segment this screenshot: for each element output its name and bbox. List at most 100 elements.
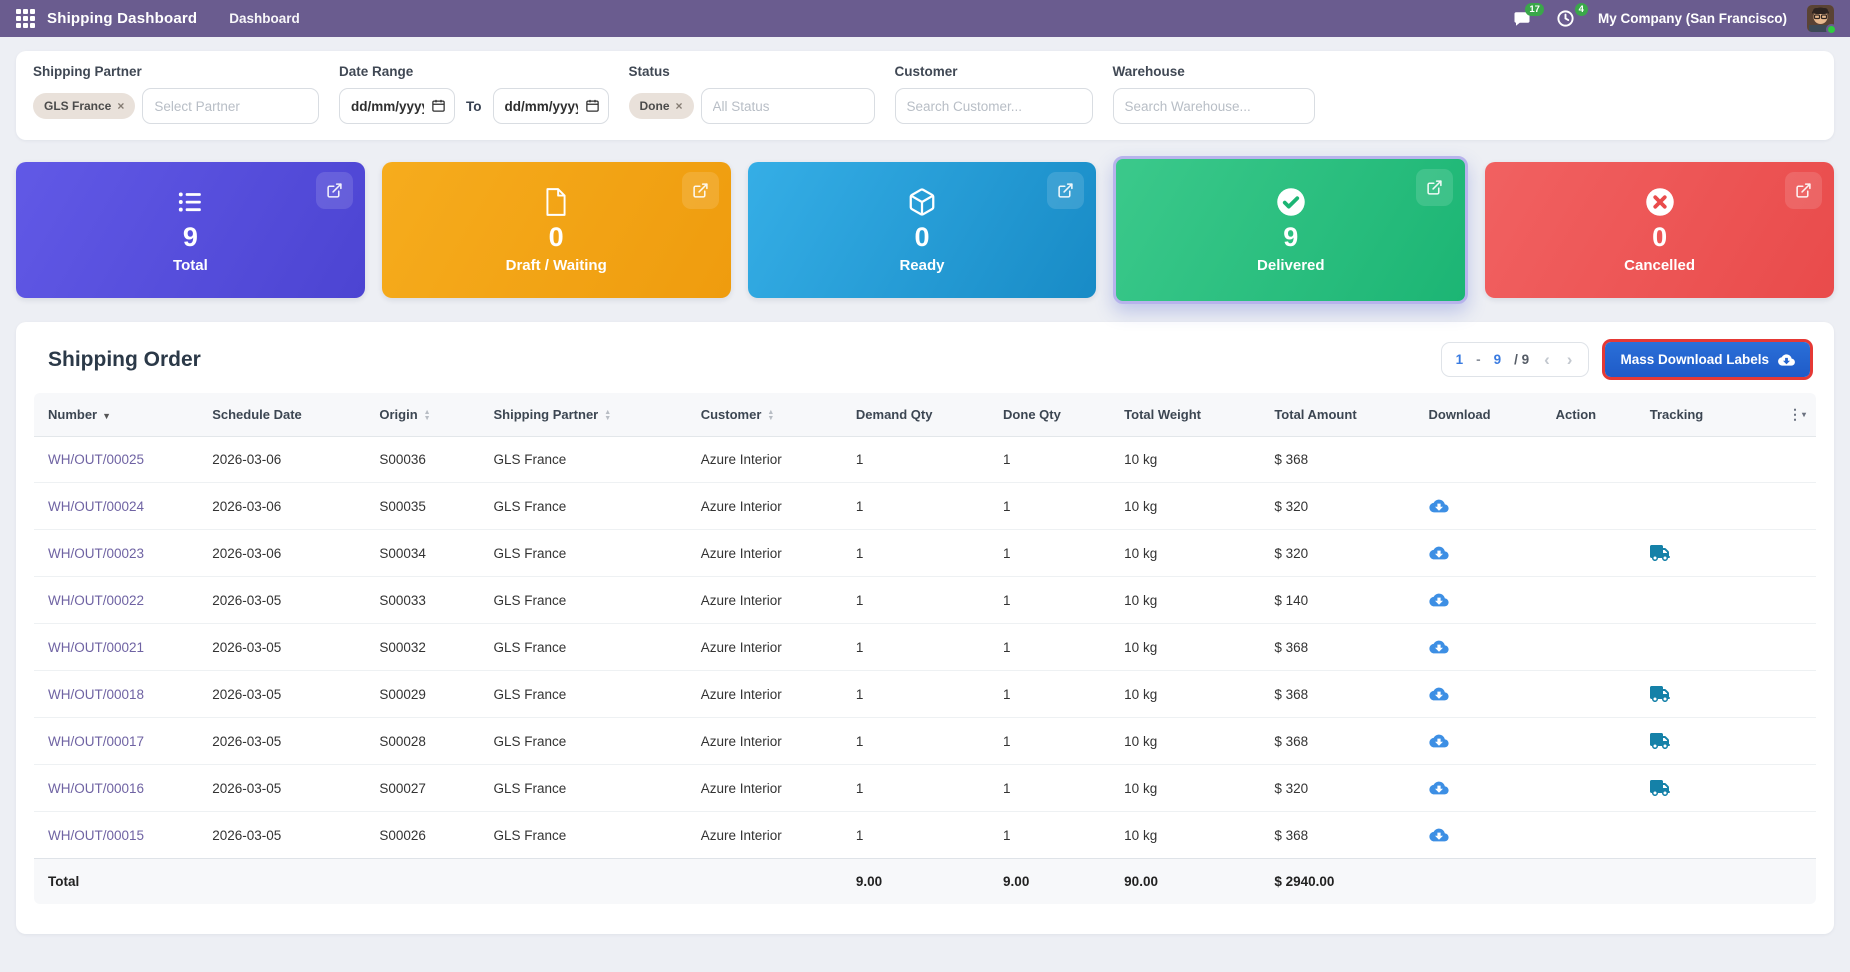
order-number-link[interactable]: WH/OUT/00018 bbox=[34, 671, 202, 718]
activities-button[interactable]: 4 bbox=[1554, 8, 1578, 30]
company-menu[interactable]: My Company (San Francisco) bbox=[1598, 11, 1787, 26]
cell-tracking[interactable] bbox=[1640, 530, 1776, 577]
page-start[interactable]: 1 bbox=[1456, 352, 1464, 367]
order-number-link[interactable]: WH/OUT/00022 bbox=[34, 577, 202, 624]
chip-remove-icon[interactable]: × bbox=[676, 99, 683, 113]
external-link-icon[interactable] bbox=[1416, 169, 1453, 206]
stat-card-total[interactable]: 9 Total bbox=[16, 162, 365, 298]
col-download: Download bbox=[1419, 393, 1546, 437]
col-demand-qty[interactable]: Demand Qty bbox=[846, 393, 993, 437]
truck-icon[interactable] bbox=[1650, 780, 1670, 796]
col-total-weight[interactable]: Total Weight bbox=[1114, 393, 1264, 437]
cell-download[interactable] bbox=[1419, 530, 1546, 577]
cell-origin: S00034 bbox=[369, 530, 483, 577]
cloud-download-icon[interactable] bbox=[1429, 686, 1449, 702]
package-icon bbox=[907, 186, 937, 218]
cell-total-amount: $ 368 bbox=[1264, 437, 1418, 483]
cell-shipping-partner: GLS France bbox=[484, 437, 691, 483]
user-menu[interactable] bbox=[1807, 5, 1834, 32]
order-number-link[interactable]: WH/OUT/00025 bbox=[34, 437, 202, 483]
cloud-download-icon[interactable] bbox=[1429, 545, 1449, 561]
truck-icon[interactable] bbox=[1650, 545, 1670, 561]
external-link-icon[interactable] bbox=[316, 172, 353, 209]
col-origin[interactable]: Origin▲▼ bbox=[369, 393, 483, 437]
cell-tracking[interactable] bbox=[1640, 765, 1776, 812]
pagination: 1 - 9 / 9 ‹ › bbox=[1441, 342, 1590, 377]
stat-label: Delivered bbox=[1257, 257, 1325, 274]
stat-card-delivered[interactable]: 9 Delivered bbox=[1113, 156, 1468, 304]
order-number-link[interactable]: WH/OUT/00015 bbox=[34, 812, 202, 859]
table-row: WH/OUT/000242026-03-06S00035GLS FranceAz… bbox=[34, 483, 1816, 530]
order-number-link[interactable]: WH/OUT/00024 bbox=[34, 483, 202, 530]
cell-download[interactable] bbox=[1419, 577, 1546, 624]
stat-card-ready[interactable]: 0 Ready bbox=[748, 162, 1097, 298]
chevron-left-icon[interactable]: ‹ bbox=[1542, 351, 1552, 368]
external-link-icon[interactable] bbox=[682, 172, 719, 209]
col-total-amount[interactable]: Total Amount bbox=[1264, 393, 1418, 437]
cell-demand-qty: 1 bbox=[846, 437, 993, 483]
cell-download[interactable] bbox=[1419, 718, 1546, 765]
cloud-download-icon[interactable] bbox=[1429, 498, 1449, 514]
order-number-link[interactable]: WH/OUT/00017 bbox=[34, 718, 202, 765]
date-to-input[interactable] bbox=[493, 88, 609, 124]
sort-icon: ▲▼ bbox=[424, 410, 431, 421]
customer-input[interactable] bbox=[895, 88, 1093, 124]
external-link-icon[interactable] bbox=[1785, 172, 1822, 209]
shipping-partner-chip[interactable]: GLS France × bbox=[33, 93, 135, 119]
filter-shipping-partner: Shipping Partner GLS France × bbox=[33, 64, 319, 124]
messages-button[interactable]: 17 bbox=[1510, 8, 1534, 30]
cell-total-weight: 10 kg bbox=[1114, 718, 1264, 765]
cell-tracking bbox=[1640, 577, 1776, 624]
cloud-download-icon[interactable] bbox=[1429, 639, 1449, 655]
col-shipping-partner[interactable]: Shipping Partner▲▼ bbox=[484, 393, 691, 437]
nav-menu-dashboard[interactable]: Dashboard bbox=[223, 2, 306, 35]
orders-table: Number▼ Schedule Date Origin▲▼ Shipping … bbox=[34, 393, 1816, 904]
truck-icon[interactable] bbox=[1650, 733, 1670, 749]
stat-value: 9 bbox=[183, 223, 198, 253]
cell-shipping-partner: GLS France bbox=[484, 765, 691, 812]
cell-download[interactable] bbox=[1419, 624, 1546, 671]
cell-download[interactable] bbox=[1419, 483, 1546, 530]
cloud-download-icon[interactable] bbox=[1429, 733, 1449, 749]
mass-download-labels-button[interactable]: Mass Download Labels bbox=[1605, 342, 1810, 377]
date-from-input[interactable] bbox=[339, 88, 455, 124]
cloud-download-icon[interactable] bbox=[1429, 780, 1449, 796]
cell-tracking[interactable] bbox=[1640, 718, 1776, 765]
shipping-partner-input[interactable] bbox=[142, 88, 319, 124]
cell-schedule-date: 2026-03-05 bbox=[202, 812, 369, 859]
stat-card-draft-waiting[interactable]: 0 Draft / Waiting bbox=[382, 162, 731, 298]
chevron-right-icon[interactable]: › bbox=[1565, 351, 1575, 368]
chip-remove-icon[interactable]: × bbox=[117, 99, 124, 113]
cell-customer: Azure Interior bbox=[691, 624, 846, 671]
truck-icon[interactable] bbox=[1650, 686, 1670, 702]
external-link-icon[interactable] bbox=[1047, 172, 1084, 209]
kebab-menu-icon[interactable]: ⋮▾ bbox=[1776, 393, 1816, 437]
col-customer[interactable]: Customer▲▼ bbox=[691, 393, 846, 437]
x-circle-icon bbox=[1645, 186, 1675, 218]
cell-download[interactable] bbox=[1419, 812, 1546, 859]
col-number[interactable]: Number▼ bbox=[34, 393, 202, 437]
cloud-download-icon[interactable] bbox=[1429, 827, 1449, 843]
cell-action bbox=[1546, 530, 1640, 577]
cell-done-qty: 1 bbox=[993, 577, 1114, 624]
col-done-qty[interactable]: Done Qty bbox=[993, 393, 1114, 437]
cell-done-qty: 1 bbox=[993, 624, 1114, 671]
cell-done-qty: 1 bbox=[993, 437, 1114, 483]
order-number-link[interactable]: WH/OUT/00016 bbox=[34, 765, 202, 812]
col-schedule-date[interactable]: Schedule Date bbox=[202, 393, 369, 437]
cloud-download-icon[interactable] bbox=[1429, 592, 1449, 608]
stat-card-cancelled[interactable]: 0 Cancelled bbox=[1485, 162, 1834, 298]
apps-grid-icon[interactable] bbox=[16, 9, 35, 28]
order-number-link[interactable]: WH/OUT/00023 bbox=[34, 530, 202, 577]
cell-tracking[interactable] bbox=[1640, 671, 1776, 718]
cell-download[interactable] bbox=[1419, 765, 1546, 812]
cell-done-qty: 1 bbox=[993, 812, 1114, 859]
total-done-qty: 9.00 bbox=[993, 859, 1114, 905]
status-chip[interactable]: Done × bbox=[629, 93, 694, 119]
cell-extra bbox=[1776, 671, 1816, 718]
status-input[interactable] bbox=[701, 88, 875, 124]
cell-download[interactable] bbox=[1419, 671, 1546, 718]
order-number-link[interactable]: WH/OUT/00021 bbox=[34, 624, 202, 671]
page-end[interactable]: 9 bbox=[1494, 352, 1502, 367]
warehouse-input[interactable] bbox=[1113, 88, 1315, 124]
